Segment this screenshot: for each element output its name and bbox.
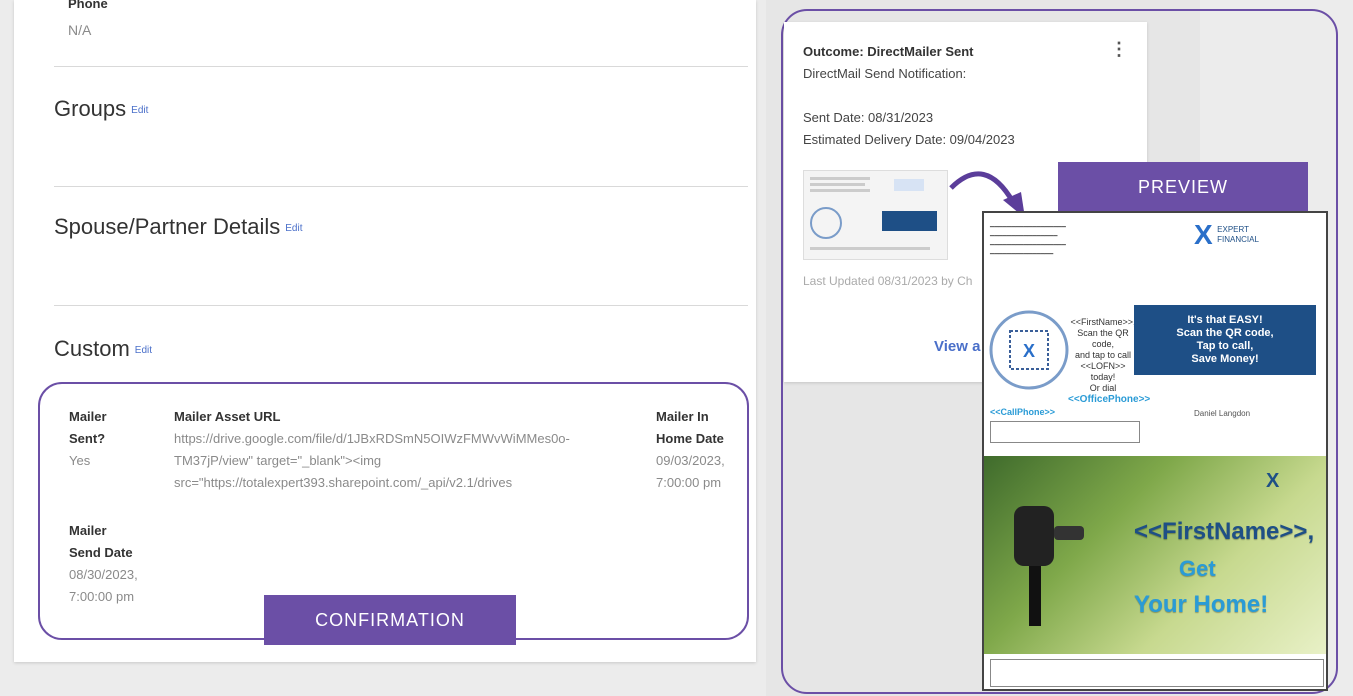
groups-edit-link[interactable]: Edit — [131, 105, 148, 116]
mailer-preview: ━━━━━━━━━━━━━━━━━━ ━━━━━━━━━━━━━━━━ ━━━━━━… — [982, 211, 1328, 691]
asset-url-label: Mailer Asset URL — [174, 409, 281, 424]
groups-title: Groups — [54, 96, 127, 121]
addressee: Daniel Langdon — [1194, 409, 1251, 418]
delivery-date: Estimated Delivery Date: 09/04/2023 — [803, 132, 1015, 147]
photo-logo-icon: X — [1266, 470, 1280, 492]
qr-instructions: <<FirstName>>, Scan the QR code, and tap… — [1068, 317, 1151, 405]
send-date-label: Mailer Send Date — [69, 523, 133, 560]
mailer-photo: X <<FirstName>>, Get Your Home! — [984, 456, 1326, 654]
photo-get: Get — [1179, 556, 1216, 581]
opt-out-box — [990, 421, 1140, 443]
expert-logo: X EXPERT FINANCIAL — [1194, 219, 1259, 250]
groups-section-title: Groups Edit — [54, 96, 148, 122]
sent-date: Sent Date: 08/31/2023 — [803, 110, 934, 125]
in-home-date-label: Mailer In Home Date — [656, 409, 724, 446]
x-logo-icon: X — [1194, 219, 1213, 250]
divider — [54, 186, 748, 187]
confirmation-tag: CONFIRMATION — [264, 595, 516, 645]
preview-tag: PREVIEW — [1058, 162, 1308, 212]
easy-banner: It's that EASY! Scan the QR code, Tap to… — [1134, 305, 1316, 375]
mailer-thumbnail[interactable] — [803, 170, 948, 260]
phone-value: N/A — [68, 22, 92, 38]
spouse-section-title: Spouse/Partner Details Edit — [54, 214, 302, 240]
in-home-date-value: 09/03/2023, 7:00:00 pm — [656, 453, 725, 490]
divider — [54, 305, 748, 306]
phone-label: Phone — [68, 0, 108, 11]
view-all-link[interactable]: View a — [934, 338, 980, 355]
mailer-sent-value: Yes — [69, 453, 91, 468]
letter-body-text: ━━━━━━━━━━━━━━━━━━ ━━━━━━━━━━━━━━━━ ━━━━━━… — [990, 224, 1066, 258]
asset-url-value: https://drive.google.com/file/d/1JBxRDSm… — [174, 431, 570, 490]
last-updated: Last Updated 08/31/2023 by Ch — [803, 274, 973, 288]
key-icon — [1014, 506, 1084, 626]
svg-text:X: X — [1023, 341, 1035, 361]
mailer-sent-label: Mailer Sent? — [69, 409, 107, 446]
custom-section-title: Custom Edit — [54, 336, 152, 362]
photo-firstname: <<FirstName>>, — [1134, 518, 1315, 545]
call-phone: <<CallPhone>> — [990, 407, 1056, 417]
activity-subtitle: DirectMail Send Notification: — [803, 66, 967, 81]
disclaimer-box — [990, 659, 1324, 687]
thumbnail-graphic — [810, 177, 937, 250]
custom-edit-link[interactable]: Edit — [135, 345, 152, 356]
send-date-value: 08/30/2023, 7:00:00 pm — [69, 567, 138, 604]
photo-your-home: Your Home! — [1134, 591, 1269, 618]
qr-code-icon: X — [989, 310, 1069, 390]
spouse-edit-link[interactable]: Edit — [285, 223, 302, 234]
kebab-menu-icon[interactable]: ⋮ — [1110, 40, 1128, 58]
divider — [54, 66, 748, 67]
custom-title: Custom — [54, 336, 130, 361]
spouse-title: Spouse/Partner Details — [54, 214, 281, 239]
activity-title: Outcome: DirectMailer Sent — [803, 44, 974, 59]
